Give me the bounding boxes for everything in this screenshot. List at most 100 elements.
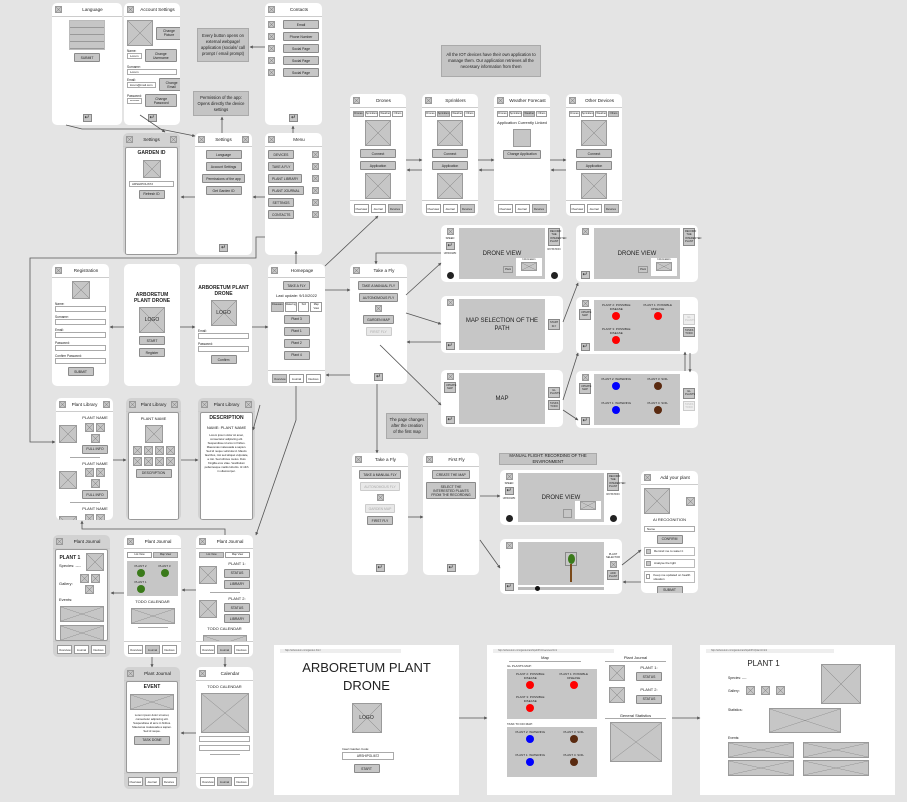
text-input[interactable] [55, 332, 106, 338]
nav-overview[interactable]: Overview [353, 204, 369, 213]
screen-icon[interactable] [129, 401, 136, 408]
screen-icon[interactable] [581, 300, 589, 307]
button-full-info[interactable]: FULL INFO [82, 490, 108, 499]
screen-icon[interactable] [497, 97, 504, 104]
tab-weather[interactable]: Weather [523, 111, 536, 117]
tab-sprinklers[interactable]: Sprinklers [508, 111, 523, 117]
drone-view[interactable]: DRONE VIEW Information Plant [594, 228, 680, 279]
event-card[interactable] [728, 760, 794, 776]
plant-selector-view[interactable] [518, 542, 604, 591]
nav-journal[interactable]: Journal [217, 777, 232, 786]
button-full-info[interactable]: FULL INFO [82, 444, 108, 454]
record-plant-button[interactable]: RECORD THE INTERESTED PLANT [683, 228, 701, 246]
update-map-button[interactable]: UPDATE MAP [579, 309, 591, 320]
button-get-garden-id[interactable]: Get Garden ID [205, 186, 242, 195]
up-down-joystick[interactable] [446, 272, 454, 279]
screen-icon[interactable] [446, 228, 454, 235]
back-button[interactable]: ↵ [580, 271, 590, 279]
back-button[interactable]: ↵ [374, 373, 383, 381]
button-confirm[interactable]: Confirm [210, 355, 237, 364]
button-change-password[interactable]: Change Password [145, 94, 177, 107]
map-plant-marker[interactable]: PLANT 2 [130, 564, 151, 577]
button-connect[interactable]: Connect [432, 149, 468, 158]
nav-devices[interactable]: Devices [91, 645, 106, 654]
menu-icon[interactable] [245, 401, 252, 408]
timeline-slider[interactable] [518, 585, 604, 591]
map-plant-marker[interactable]: PLANT 3: SOIL [639, 377, 678, 398]
gallery-thumb-icon[interactable] [85, 585, 95, 594]
plant-button[interactable] [563, 509, 572, 518]
button-autonomous-fly[interactable]: AUTONOMOUS FLY [358, 293, 399, 302]
plant-dot[interactable] [526, 758, 535, 766]
menu-icon[interactable] [242, 136, 249, 143]
tab-list-view[interactable]: List View [199, 552, 224, 558]
menu-icon[interactable] [170, 136, 177, 143]
map-plant-marker[interactable]: PLANT 2: WATERING [510, 730, 551, 751]
map-plant-marker[interactable]: PLANT 3: SOIL [554, 730, 595, 751]
tab-map-view[interactable]: Map View [153, 552, 178, 558]
button-change-email[interactable]: Change Email [158, 78, 180, 91]
screen-icon[interactable] [446, 373, 454, 380]
tab-weather[interactable]: Weather [595, 111, 608, 117]
map-plant-marker[interactable]: PLANT 2: POSSIBLE DISEASE [597, 303, 636, 324]
tab-others[interactable]: Others [536, 111, 547, 117]
nav-devices[interactable]: Devices [531, 204, 547, 213]
plant-dot[interactable] [612, 382, 621, 390]
rotation-joystick[interactable] [609, 515, 617, 522]
menu-icon[interactable] [103, 401, 110, 408]
map-plant-marker[interactable]: PLANT 1: POSSIBLE DISEASE [639, 303, 678, 324]
plant-dot[interactable] [612, 312, 621, 320]
screen-icon[interactable] [581, 228, 589, 235]
map-view[interactable]: MAP [459, 373, 545, 424]
button-plant-3[interactable]: Plant 3 [283, 314, 310, 324]
tab-list-view[interactable]: List View [127, 552, 152, 558]
map-plant-marker[interactable]: PLANT 1 [130, 580, 151, 593]
button-confirm[interactable]: CONFIRM [656, 534, 683, 544]
gallery-thumb-icon[interactable] [96, 513, 105, 520]
task-map[interactable]: PLANT 2: WATERING PLANT 3: SOIL PLANT 1: W… [507, 726, 597, 777]
text-input[interactable]: ARSHIPOLI672 [129, 180, 174, 187]
button-plant-2[interactable]: Plant 2 [283, 338, 310, 348]
map-view[interactable]: MAP SELECTION OF THE PATH [459, 299, 545, 350]
plant-dot[interactable] [160, 569, 169, 577]
screen-icon[interactable] [271, 267, 278, 274]
plant-dot[interactable] [569, 734, 578, 743]
button-permissions-of-the-app[interactable]: Permissions of the app [202, 174, 245, 183]
button-submit[interactable]: SUBMIT [74, 53, 100, 62]
map-plant-marker[interactable]: PLANT 3 [154, 564, 175, 577]
map-plant-marker[interactable]: PLANT 3: POSSIBLE DISEASE [597, 327, 636, 348]
button-select-the-interested-plants-from-the-recording[interactable]: SELECT THE INTERESTED PLANTS FROM THE RE… [426, 482, 476, 499]
garden-map[interactable]: PLANT 2 PLANT 3 PLANT 1 [127, 561, 178, 596]
nav-devices[interactable]: Devices [234, 777, 249, 786]
button-start[interactable]: START [139, 336, 165, 345]
event-card[interactable] [728, 742, 794, 758]
screen-icon[interactable] [201, 401, 208, 408]
button-library[interactable]: LIBRARY [224, 579, 250, 589]
tab-weather[interactable]: Weather [451, 111, 464, 117]
button-create-the-map[interactable]: CREATE THE MAP [432, 470, 470, 479]
gallery-thumb-icon[interactable] [132, 445, 142, 455]
back-button[interactable]: ↵ [445, 416, 455, 424]
button-phone-number[interactable]: Phone Number [283, 32, 319, 41]
back-button[interactable]: ↵ [147, 114, 157, 122]
button-application[interactable]: Application [432, 161, 468, 170]
back-button[interactable]: ↵ [445, 242, 455, 250]
nav-overview[interactable]: Overview [128, 645, 143, 654]
garden-map[interactable]: PLANT 2: POSSIBLE DISEASE PLANT 1: POSSIB… [594, 300, 680, 351]
screen-icon[interactable] [199, 538, 206, 545]
screen-icon[interactable] [127, 670, 134, 677]
tab-map-view[interactable]: Map View [225, 552, 250, 558]
up-down-joystick[interactable] [505, 515, 513, 522]
text-input[interactable]: Name [644, 525, 695, 532]
slider-handle[interactable] [535, 585, 541, 591]
tab-others[interactable]: Others [392, 111, 403, 117]
plant-dot[interactable] [653, 382, 662, 390]
side-button-ill-plants[interactable]: ILL PLANTS [683, 313, 695, 325]
screen-icon[interactable] [199, 670, 206, 677]
text-input[interactable] [55, 306, 106, 312]
nav-devices[interactable]: Devices [161, 777, 177, 786]
button-take-a-manual-fly[interactable]: TAKE A MANUAL FLY [359, 470, 401, 479]
text-input[interactable]: Lorem [127, 69, 177, 75]
screen-icon[interactable] [59, 401, 66, 408]
button-autonomous-fly[interactable]: AUTONOMOUS FLY [360, 482, 400, 491]
